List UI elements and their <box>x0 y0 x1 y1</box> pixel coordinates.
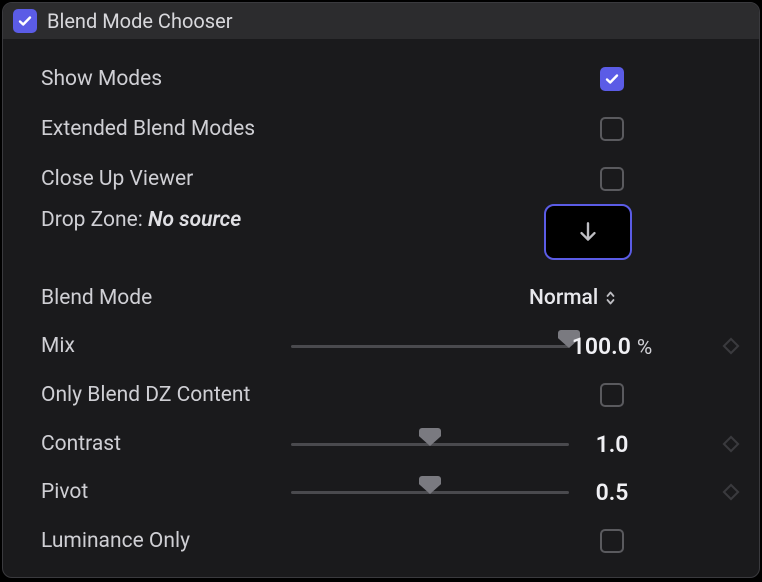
contrast-label: Contrast <box>41 432 121 456</box>
contrast-value: 1.0 <box>596 431 629 458</box>
mix-row: Mix 100.0 % <box>41 322 747 370</box>
show-modes-checkbox[interactable] <box>600 67 624 91</box>
pivot-value: 0.5 <box>596 479 629 506</box>
panel-body: Show Modes Extended Blend Modes Close Up… <box>3 40 759 566</box>
close-up-viewer-checkbox[interactable] <box>600 167 624 191</box>
arrow-down-icon <box>575 219 601 245</box>
mix-value: 100.0 <box>572 333 631 360</box>
contrast-row: Contrast 1.0 <box>41 420 747 468</box>
pivot-value-area[interactable]: 0.5 <box>547 479 677 506</box>
only-blend-dz-checkbox[interactable] <box>600 383 624 407</box>
mix-label: Mix <box>41 334 75 358</box>
blend-mode-chooser-panel: Blend Mode Chooser Show Modes Extended B… <box>2 2 760 578</box>
mix-unit: % <box>637 336 652 360</box>
pivot-label: Pivot <box>41 480 88 504</box>
contrast-value-area[interactable]: 1.0 <box>547 431 677 458</box>
blend-mode-dropdown[interactable]: Normal <box>529 286 617 310</box>
luminance-only-row: Luminance Only <box>41 516 747 566</box>
mix-keyframe-diamond[interactable] <box>723 338 740 355</box>
only-blend-dz-label: Only Blend DZ Content <box>41 383 250 407</box>
pivot-keyframe-diamond[interactable] <box>723 484 740 501</box>
mix-value-area[interactable]: 100.0 % <box>547 333 677 360</box>
luminance-only-label: Luminance Only <box>41 529 190 553</box>
mix-slider[interactable] <box>291 334 569 358</box>
check-icon <box>604 71 620 87</box>
chevron-updown-icon <box>604 289 617 307</box>
panel-title: Blend Mode Chooser <box>47 9 232 33</box>
blend-mode-row: Blend Mode Normal <box>41 274 747 322</box>
blend-mode-value: Normal <box>529 286 598 310</box>
check-icon <box>17 13 33 29</box>
show-modes-label: Show Modes <box>41 67 162 91</box>
contrast-keyframe-diamond[interactable] <box>723 436 740 453</box>
drop-zone-value: No source <box>148 208 241 232</box>
drop-zone-label: Drop Zone: No source <box>41 208 241 232</box>
extended-blend-modes-label: Extended Blend Modes <box>41 117 255 141</box>
contrast-slider[interactable] <box>291 432 569 456</box>
extended-blend-modes-row: Extended Blend Modes <box>41 104 747 154</box>
extended-blend-modes-checkbox[interactable] <box>600 117 624 141</box>
panel-header: Blend Mode Chooser <box>3 3 759 40</box>
drop-zone-row: Drop Zone: No source <box>41 204 747 274</box>
drop-zone-button[interactable] <box>544 204 632 260</box>
show-modes-row: Show Modes <box>41 54 747 104</box>
close-up-viewer-row: Close Up Viewer <box>41 154 747 204</box>
pivot-slider[interactable] <box>291 480 569 504</box>
close-up-viewer-label: Close Up Viewer <box>41 167 193 191</box>
luminance-only-checkbox[interactable] <box>600 529 624 553</box>
pivot-row: Pivot 0.5 <box>41 468 747 516</box>
only-blend-dz-row: Only Blend DZ Content <box>41 370 747 420</box>
panel-enable-checkbox[interactable] <box>13 9 37 33</box>
blend-mode-label: Blend Mode <box>41 286 152 310</box>
